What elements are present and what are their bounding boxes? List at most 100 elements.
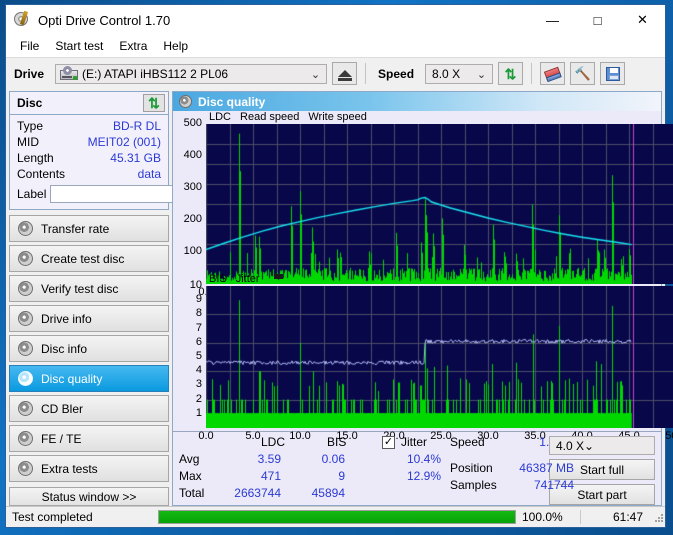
ldc-chart: LDC Read speed Write speed 100 200 300 400 5… [173,111,673,298]
ldc-plot-canvas [206,124,673,284]
samples-info-label: Samples [450,478,497,492]
legend-label: Write speed [308,111,367,123]
sidebar-item-drive-info[interactable]: Drive info [9,305,169,332]
sidebar-item-cd-bler[interactable]: CD Bler [9,395,169,422]
stats-header-ldc: LDC [261,435,286,449]
menu-file[interactable]: File [12,37,47,55]
refresh-button[interactable]: ⇅ [498,62,524,85]
sidebar-item-disc-info[interactable]: Disc info [9,335,169,362]
jitter-checkbox[interactable]: ✓ [382,436,395,449]
speed-select-value: 8.0 X [432,66,461,81]
progress-bar [158,510,516,524]
tools-button[interactable]: 🔨 [570,62,596,85]
maximize-button[interactable]: □ [575,5,620,35]
disc-refresh-button[interactable]: ⇅ [143,94,165,112]
disc-key-mid: MID [17,135,39,149]
save-button[interactable] [600,62,626,85]
status-message: Test completed [12,510,93,524]
sidebar-label: Transfer rate [41,221,110,236]
optical-drive-icon [60,65,79,81]
sidebar-label: Disc info [41,341,88,356]
y-tick-label: 5 [195,350,202,362]
y-tick-label: 2 [195,392,202,405]
chevron-down-icon: ⌄ [310,68,321,81]
disc-value-mid: MEIT02 (001) [87,135,161,149]
disc-value-length: 45.31 GB [110,151,161,165]
sidebar-item-disc-quality[interactable]: Disc quality [9,365,169,392]
stats-ldc-max: 471 [260,469,281,483]
stats-header-jitter: Jitter [401,435,428,449]
drive-select[interactable]: (E:) ATAPI iHBS112 2 PL06 ⌄ [55,63,328,84]
disc-icon [18,401,33,416]
run-info: Speed 1.95 X Position 46387 MB Samples 7… [444,435,574,505]
eject-icon [337,70,352,81]
stats-bis-max: 9 [338,469,345,483]
menu-help[interactable]: Help [155,37,196,55]
disc-row-length: Length 45.31 GB [17,150,161,166]
statistics-panel: LDC BIS Avg Max Total 3.59 471 2663744 0… [173,431,661,505]
menu-extra[interactable]: Extra [111,37,155,55]
bis-plot-canvas [206,286,673,428]
y-tick-label: 100 [183,245,202,257]
disc-properties: Type BD-R DL MID MEIT02 (001) Length 45.… [10,115,254,209]
progress-percent: 100.0% [522,510,563,524]
position-info-value: 46387 MB [519,461,574,475]
y-tick-label: 9 [195,293,202,306]
legend-write-speed: Write speed [305,111,367,123]
close-button[interactable]: ✕ [620,5,665,35]
stats-row-max-label: Max [179,469,202,483]
sidebar-item-fe-te[interactable]: FE / TE [9,425,169,452]
disc-panel-header: Disc ⇅ [10,92,168,115]
app-window: Opti Drive Control 1.70 — □ ✕ File Start… [5,4,673,528]
sidebar-item-create-test-disc[interactable]: Create test disc [9,245,169,272]
y-tick-label: 500 [183,117,202,129]
legend-label: BIS [209,273,227,285]
statistics-table: LDC BIS Avg Max Total 3.59 471 2663744 0… [179,435,444,505]
erase-button[interactable] [540,62,566,85]
speed-select[interactable]: 8.0 X ⌄ [425,63,494,84]
disc-key-contents: Contents [17,167,66,181]
bis-chart-legend: BIS Jitter [206,273,283,285]
legend-label: Read speed [240,111,300,123]
legend-ldc: LDC [206,111,231,123]
save-icon [605,66,620,81]
status-window-button[interactable]: Status window >> [9,487,169,506]
sidebar-label: Drive info [41,311,92,326]
disc-row-contents: Contents data [17,166,161,182]
sidebar-label: Create test disc [41,251,125,266]
sidebar: Disc ⇅ Type BD-R DL MID MEIT02 (001) Len… [9,91,254,506]
disc-row-type: Type BD-R DL [17,118,161,134]
legend-label: Jitter [235,273,260,285]
eject-button[interactable] [332,62,358,85]
sidebar-item-transfer-rate[interactable]: Transfer rate [9,215,169,242]
resize-grip[interactable] [649,509,665,525]
y-tick-label: 200 [183,213,202,225]
disc-key-type: Type [17,119,44,133]
bis-jitter-chart: BIS Jitter 123456789104%8%12%16%20%0.05.… [173,273,673,442]
stats-bis-avg: 0.06 [321,452,345,466]
test-speed-select[interactable]: 4.0 X ⌄ [549,436,655,456]
content-area: Disc ⇅ Type BD-R DL MID MEIT02 (001) Len… [6,89,673,506]
sidebar-item-extra-tests[interactable]: Extra tests [9,455,169,482]
drive-label: Drive [14,66,45,81]
panel-header: Disc quality [173,92,661,111]
sidebar-item-verify-test-disc[interactable]: Verify test disc [9,275,169,302]
samples-info-value: 741744 [533,478,574,492]
y-tick-label: 400 [183,149,202,161]
y-tick-label: 4 [195,364,202,377]
disc-icon [18,281,33,296]
title-bar: Opti Drive Control 1.70 — □ ✕ [6,5,665,35]
refresh-icon: ⇅ [504,65,517,82]
y-tick-label: 1 [195,406,202,419]
disc-icon [18,251,33,266]
disc-icon [18,461,33,476]
y-tick-label: 8 [195,307,202,320]
stats-header-bis: BIS [327,435,347,449]
ldc-chart-legend: LDC Read speed Write speed [206,111,367,123]
menu-start-test[interactable]: Start test [47,37,111,55]
panel-title: Disc quality [198,94,266,109]
nav-list: Transfer rate Create test disc Verify te… [9,215,169,482]
disc-value-contents: data [137,167,161,181]
minimize-button[interactable]: — [530,5,575,35]
sidebar-label: Disc quality [41,371,103,386]
